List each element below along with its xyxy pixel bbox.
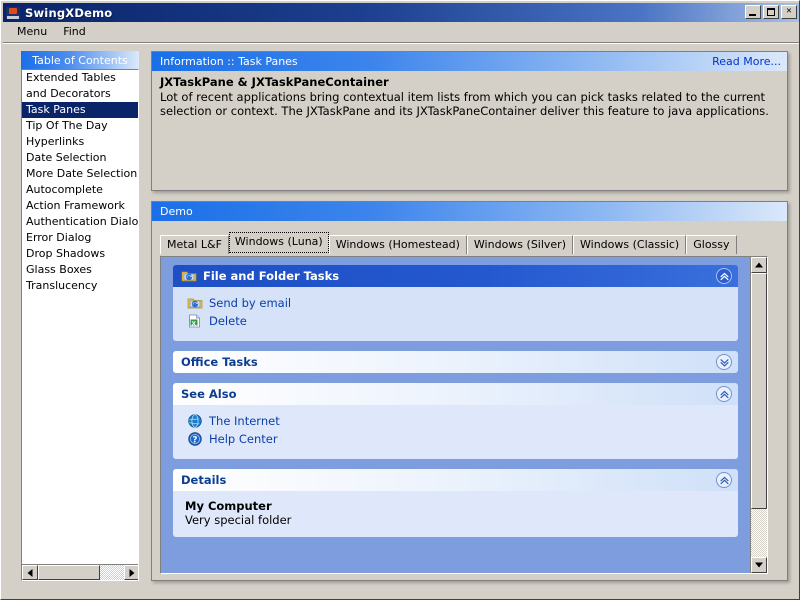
task-link-send-by-email[interactable]: Send by email xyxy=(187,295,728,311)
task-pane-header[interactable]: Details xyxy=(173,469,738,491)
task-pane-container: File and Folder Tasks Send by email Dele… xyxy=(161,257,750,573)
toc-item-tip-of-the-day[interactable]: Tip Of The Day xyxy=(22,118,138,134)
information-body: JXTaskPane & JXTaskPaneContainer Lot of … xyxy=(152,71,787,122)
information-header: Information :: Task Panes Read More... xyxy=(152,52,787,71)
information-heading: JXTaskPane & JXTaskPaneContainer xyxy=(160,75,389,89)
minimize-button[interactable] xyxy=(745,5,761,19)
task-link-label: Send by email xyxy=(209,296,292,310)
toc-item-authentication-dialogs[interactable]: Authentication Dialogs xyxy=(22,214,138,230)
tab-windows-homestead[interactable]: Windows (Homestead) xyxy=(328,235,467,254)
scroll-right-button[interactable] xyxy=(124,565,138,580)
chevron-up-icon[interactable] xyxy=(716,386,732,402)
table-of-contents-panel: Table of Contents Extended Tables and De… xyxy=(21,51,139,581)
menu-item-menu[interactable]: Menu xyxy=(9,24,55,39)
task-pane-details: Details My Computer Very special folder xyxy=(173,469,738,537)
task-pane-body: Send by email Delete xyxy=(173,287,738,341)
maximize-button[interactable] xyxy=(763,5,779,19)
toc-item-error-dialog[interactable]: Error Dialog xyxy=(22,230,138,246)
minimize-icon xyxy=(749,14,756,16)
toc-item-glass-boxes[interactable]: Glass Boxes xyxy=(22,262,138,278)
toc-list[interactable]: Extended Tables and Decorators Task Pane… xyxy=(21,69,139,581)
chevron-down-icon[interactable] xyxy=(716,354,732,370)
information-title: Information :: Task Panes xyxy=(160,55,298,68)
information-panel: Information :: Task Panes Read More... J… xyxy=(151,51,788,191)
svg-text:?: ? xyxy=(193,435,198,445)
folder-share-icon xyxy=(181,268,197,284)
task-pane-header[interactable]: See Also xyxy=(173,383,738,405)
content-area: Table of Contents Extended Tables and De… xyxy=(3,45,799,599)
task-link-label: Delete xyxy=(209,314,247,328)
help-question-icon: ? xyxy=(187,431,203,447)
chevron-up-icon[interactable] xyxy=(716,472,732,488)
toc-horizontal-scrollbar[interactable] xyxy=(22,564,138,580)
application-window: SwingXDemo ✕ Menu Find Table of Contents… xyxy=(0,0,800,600)
globe-icon xyxy=(187,413,203,429)
window-controls: ✕ xyxy=(745,5,797,19)
task-pane-file-and-folder-tasks: File and Folder Tasks Send by email Dele… xyxy=(173,265,738,341)
task-pane-title: File and Folder Tasks xyxy=(203,269,340,283)
tab-glossy[interactable]: Glossy xyxy=(686,235,737,254)
toc-item-more-date-selection[interactable]: More Date Selection xyxy=(22,166,138,182)
task-pane-header[interactable]: Office Tasks xyxy=(173,351,738,373)
tab-windows-classic[interactable]: Windows (Classic) xyxy=(573,235,687,254)
folder-share-icon xyxy=(187,295,203,311)
information-text: Lot of recent applications bring context… xyxy=(160,90,769,118)
arrow-left-icon xyxy=(27,568,33,577)
task-pane-body: My Computer Very special folder xyxy=(173,491,738,537)
toc-header: Table of Contents xyxy=(21,51,139,69)
toc-item-task-panes[interactable]: Task Panes xyxy=(22,102,138,118)
task-pane-office-tasks: Office Tasks xyxy=(173,351,738,373)
scroll-thumb[interactable] xyxy=(38,565,100,580)
toc-item-hyperlinks[interactable]: Hyperlinks xyxy=(22,134,138,150)
details-subtitle: Very special folder xyxy=(185,513,292,527)
task-pane-vertical-scrollbar[interactable] xyxy=(750,257,767,573)
task-pane-title: Office Tasks xyxy=(181,355,258,369)
document-delete-icon xyxy=(187,313,203,329)
arrow-right-icon xyxy=(129,568,135,577)
tab-metal-lf[interactable]: Metal L&F xyxy=(160,235,229,254)
scroll-up-button[interactable] xyxy=(751,257,767,273)
menu-item-find[interactable]: Find xyxy=(55,24,94,39)
details-title: My Computer xyxy=(185,499,272,513)
toc-item-drop-shadows[interactable]: Drop Shadows xyxy=(22,246,138,262)
window-title: SwingXDemo xyxy=(25,5,113,20)
look-and-feel-tabs: Metal L&F Windows (Luna) Windows (Homest… xyxy=(152,232,787,254)
toc-item-extended-tables[interactable]: Extended Tables and Decorators xyxy=(22,70,138,102)
toc-item-action-framework[interactable]: Action Framework xyxy=(22,198,138,214)
arrow-up-icon xyxy=(755,262,763,268)
tab-content-pane: File and Folder Tasks Send by email Dele… xyxy=(160,256,768,574)
scroll-track[interactable] xyxy=(38,565,124,580)
task-link-label: Help Center xyxy=(209,432,278,446)
task-link-help-center[interactable]: ? Help Center xyxy=(187,431,728,447)
tab-windows-luna[interactable]: Windows (Luna) xyxy=(228,232,329,253)
maximize-icon xyxy=(767,8,775,16)
close-icon: ✕ xyxy=(786,6,792,16)
demo-panel: Demo Metal L&F Windows (Luna) Windows (H… xyxy=(151,201,788,581)
task-link-delete[interactable]: Delete xyxy=(187,313,728,329)
toc-item-autocomplete[interactable]: Autocomplete xyxy=(22,182,138,198)
read-more-link[interactable]: Read More... xyxy=(712,55,781,68)
chevron-up-icon[interactable] xyxy=(716,268,732,284)
toc-item-date-selection[interactable]: Date Selection xyxy=(22,150,138,166)
scroll-thumb[interactable] xyxy=(751,273,767,509)
task-pane-header[interactable]: File and Folder Tasks xyxy=(173,265,738,287)
task-pane-body: The Internet ? Help Center xyxy=(173,405,738,459)
scroll-down-button[interactable] xyxy=(751,557,767,573)
title-bar: SwingXDemo ✕ xyxy=(3,3,799,22)
demo-header: Demo xyxy=(152,202,787,221)
task-link-the-internet[interactable]: The Internet xyxy=(187,413,728,429)
task-pane-see-also: See Also The Internet ? Help Center xyxy=(173,383,738,459)
java-cup-icon xyxy=(5,5,21,21)
close-button[interactable]: ✕ xyxy=(781,5,797,19)
scroll-left-button[interactable] xyxy=(22,565,38,580)
task-pane-title: Details xyxy=(181,473,227,487)
task-pane-title: See Also xyxy=(181,387,237,401)
tab-windows-silver[interactable]: Windows (Silver) xyxy=(466,235,573,254)
menu-bar: Menu Find xyxy=(3,23,799,41)
task-link-label: The Internet xyxy=(209,414,280,428)
scroll-track[interactable] xyxy=(751,273,767,557)
toc-item-translucency[interactable]: Translucency xyxy=(22,278,138,294)
arrow-down-icon xyxy=(755,562,763,568)
menu-separator xyxy=(3,42,799,44)
